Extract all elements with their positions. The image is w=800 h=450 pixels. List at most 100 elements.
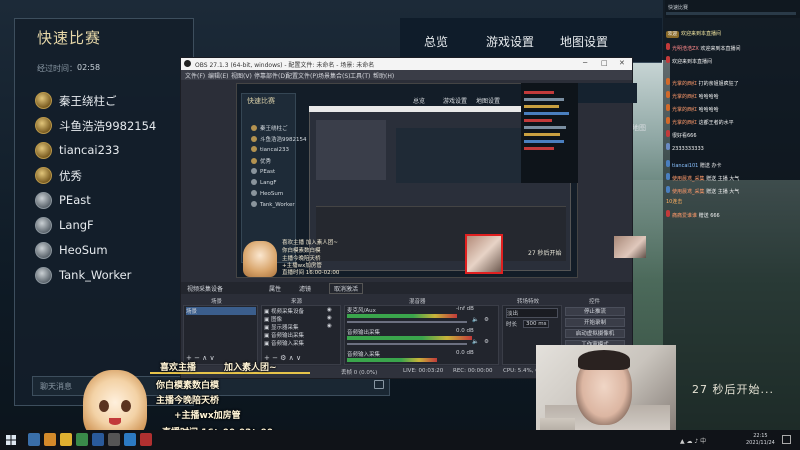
unranked-badge-icon [35,217,52,234]
preview-player: tiancai233 [251,146,289,153]
chat-message: 使用晨鸢_采集 赠送 主播 大气 [666,186,739,195]
volume-meter [347,314,457,318]
scene-item[interactable]: 场景 [186,307,256,315]
player-row[interactable]: 秦王绕柱ご [35,91,195,113]
speaker-icon[interactable]: 🔈 [472,339,479,345]
gear-icon[interactable]: ⚙ [484,317,489,323]
panel-title: 快速比赛 [37,29,102,47]
obs-window-title: OBS 27.1.3 (64-bit, windows) - 配置文件: 未命名… [195,62,375,69]
player-row[interactable]: 优秀 [35,166,195,188]
duration-input[interactable]: 300 ms [523,320,550,328]
speaker-icon[interactable]: 🔈 [472,317,479,323]
preview-tab: 总览 [413,98,426,105]
preview-nested-panel [316,120,386,180]
taskbar-search-icon[interactable] [28,433,40,446]
source-item[interactable]: ▣ 音频输出采集 [264,331,304,339]
menu-tools[interactable]: 工具(T) [350,71,370,80]
taskbar-obs-icon[interactable] [108,433,120,446]
source-item[interactable]: ▣ 音频输入采集 [264,339,304,347]
properties-button[interactable]: 属性 [269,284,281,293]
volume-slider[interactable] [347,321,467,323]
preview-player: 优秀 [251,157,271,165]
duration-label: 时长 [506,322,518,328]
player-row[interactable]: HeoSum [35,241,195,263]
elapsed-time-label: 经过时间： [37,64,77,73]
gear-icon[interactable]: ⚙ [484,339,489,345]
chat-message: 欢迎来到本直播间 [666,56,712,65]
taskbar-app-icon[interactable] [76,433,88,446]
visibility-eye-icon[interactable]: ◉ [327,307,332,313]
selected-source-label: 视频采集设备 [187,286,224,293]
player-row[interactable]: tiancai233 [35,141,195,163]
menu-help[interactable]: 帮助(H) [373,71,394,80]
tab-map-settings[interactable]: 地图设置 [560,33,608,50]
minimize-icon[interactable]: ─ [583,59,587,67]
visibility-eye-icon[interactable]: ◉ [327,315,332,321]
source-item[interactable]: ▣ 显示器采集 [264,323,298,331]
windows-start-icon[interactable] [6,435,16,445]
taskbar-app-icon[interactable] [124,433,136,446]
game-chat-placeholder: 聊天消息 [40,382,72,391]
overlay-line: 你白模素数白模 [156,381,220,391]
stop-streaming-button[interactable]: 停止推流 [565,307,625,316]
menu-file[interactable]: 文件(F) [185,71,205,80]
taskbar-app-icon[interactable] [92,433,104,446]
player-row[interactable]: PEast [35,191,195,213]
dock-controls-title: 控件 [589,299,601,305]
chat-message: 痛痛爱谁谁 赠送 666 [666,210,720,219]
maximize-icon[interactable]: □ [601,59,608,67]
player-name: LangF [59,218,94,232]
chat-send-icon[interactable] [374,380,384,389]
start-recording-button[interactable]: 开始录制 [565,318,625,327]
taskbar-app-icon[interactable] [60,433,72,446]
mixer-channel-db: 0.0 dB [456,350,474,356]
close-icon[interactable]: ✕ [619,59,625,67]
source-item[interactable]: ▣ 视频采集设备 [264,307,304,315]
virtual-camera-button[interactable]: 启动虚拟摄像机 [565,329,625,338]
preview-webcam-source[interactable] [465,234,503,274]
overlay-line: 加入素人团~ [224,363,277,373]
volume-slider[interactable] [347,343,467,345]
taskbar-app-icon[interactable] [44,433,56,446]
filters-button[interactable]: 滤镜 [299,284,311,293]
player-name: PEast [59,193,91,207]
menu-docks[interactable]: 停靠部件(D) [254,71,287,80]
taskbar-clock[interactable]: 22:15 2021/11/24 [746,433,775,447]
chat-message: 光掌的西红 哈哈哈哈 [666,91,719,100]
notification-icon[interactable] [782,435,791,444]
mixer-channel-db: -inf dB [456,306,474,312]
tab-overview[interactable]: 总览 [424,33,448,50]
player-name: 秦王绕柱ご [59,94,117,108]
chat-message: 光明浩浩ZX 欢迎来到本直播间 [666,43,740,52]
taskbar-app-icon[interactable] [140,433,152,446]
preview-nested-webcam [614,236,646,258]
menu-edit[interactable]: 编辑(E) [208,71,228,80]
preview-live-chat [521,83,578,183]
chat-message: 10连击 [666,199,683,205]
overlay-line: +主播wx加房管 [174,411,241,421]
preview-tab: 地图设置 [476,98,501,105]
menu-view[interactable]: 视图(V) [231,71,252,80]
unranked-badge-icon [35,267,52,284]
preview-player: PEast [251,168,275,175]
unranked-badge-icon [35,192,52,209]
clock-date: 2021/11/24 [746,440,775,446]
preview-mascot-image [243,241,277,277]
player-name: Tank_Worker [59,268,132,282]
source-item[interactable]: ▣ 图像 [264,315,282,323]
preview-player: 斗鱼浩浩9982154 [251,135,307,143]
transition-select[interactable]: 淡出 [506,308,558,318]
elapsed-time-value: 02:58 [77,63,101,72]
preview-tab: 游戏设置 [443,98,468,105]
menu-scene-collection[interactable]: 场景集合(S) [318,71,351,80]
preview-player: 秦王绕柱ご [251,124,288,132]
player-row[interactable]: Tank_Worker [35,266,195,288]
visibility-eye-icon[interactable]: ◉ [327,323,332,329]
chat-message: tiancai101 赠送 办卡 [666,160,722,169]
player-row[interactable]: 斗鱼浩浩9982154 [35,116,195,138]
tab-game-settings[interactable]: 游戏设置 [486,33,534,50]
deactivate-button[interactable]: 取消激活 [329,283,364,294]
live-chat-title: 快速比赛 [668,5,689,11]
menu-profile[interactable]: 配置文件(P) [286,71,318,80]
player-row[interactable]: LangF [35,216,195,238]
